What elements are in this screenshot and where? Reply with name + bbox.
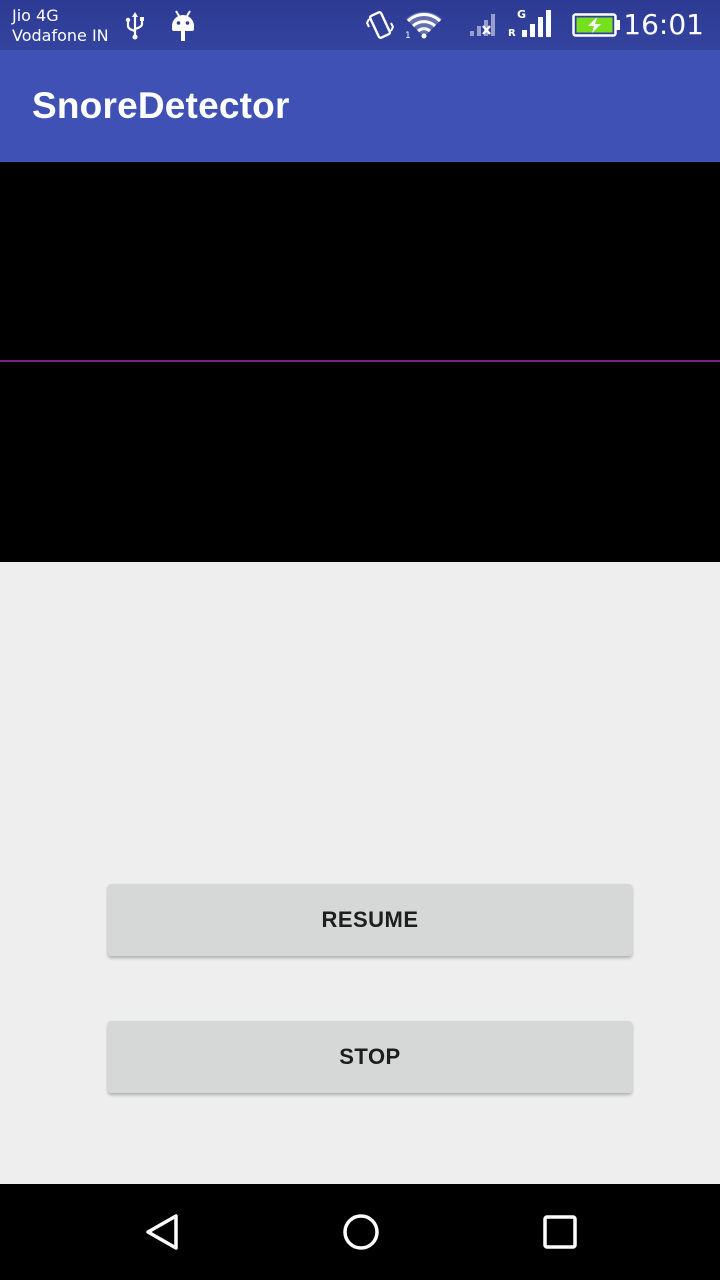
recents-icon[interactable] (536, 1208, 584, 1256)
waveform-line (0, 360, 720, 362)
android-debug-icon (172, 10, 194, 41)
carrier-info: Jio 4G Vodafone IN (12, 6, 109, 46)
status-time: 16:01 (623, 8, 704, 41)
svg-text:G: G (517, 8, 526, 21)
carrier-1: Jio 4G (12, 6, 59, 25)
carrier-2: Vodafone IN (12, 26, 109, 45)
screen: Jio 4G Vodafone IN 1 G R 16:01 SnoreDete… (0, 0, 720, 1280)
svg-text:1: 1 (405, 31, 411, 40)
resume-button[interactable]: RESUME (108, 884, 632, 956)
navigation-bar (0, 1184, 720, 1280)
battery-charging-icon (572, 13, 620, 37)
wifi-icon: 1 (405, 11, 442, 40)
back-icon[interactable] (138, 1208, 186, 1256)
signal-roaming-icon: G R (508, 8, 551, 39)
status-bar: Jio 4G Vodafone IN 1 G R 16:01 (0, 0, 720, 50)
app-bar: SnoreDetector (0, 50, 720, 162)
waveform-display (0, 162, 720, 562)
stop-button[interactable]: STOP (108, 1021, 632, 1093)
usb-icon (125, 12, 144, 40)
home-icon[interactable] (337, 1208, 385, 1256)
signal-no-service-icon (470, 14, 495, 36)
app-title: SnoreDetector (32, 85, 290, 126)
svg-text:R: R (508, 28, 516, 39)
vibrate-icon (366, 11, 394, 39)
